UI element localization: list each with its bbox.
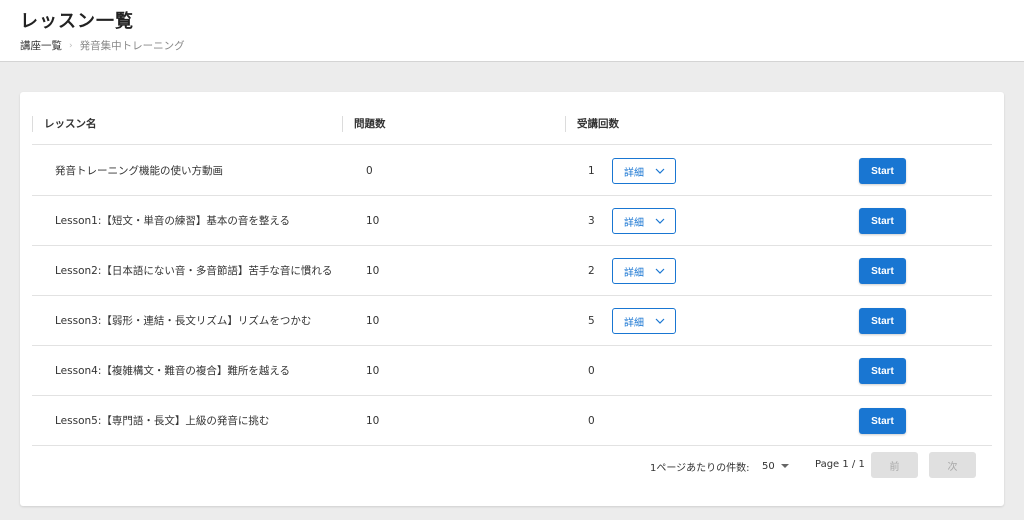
chevron-down-icon	[655, 218, 665, 224]
attendance-count: 5	[588, 315, 595, 327]
attendance-count: 3	[588, 215, 595, 227]
breadcrumb-separator: ›	[69, 40, 73, 51]
rows-per-page-select[interactable]: 50	[762, 457, 789, 475]
column-header-question-count: 問題数	[342, 116, 386, 132]
page-info: Page 1 / 1	[815, 459, 865, 470]
caret-down-icon	[780, 464, 789, 468]
rows-per-page-value: 50	[762, 460, 775, 472]
detail-dropdown-button[interactable]: 詳細	[612, 308, 676, 334]
question-count: 10	[366, 365, 380, 377]
start-lesson-button[interactable]: Start	[859, 408, 906, 434]
lesson-name: Lesson3:【弱形・連結・長文リズム】リズムをつかむ	[55, 315, 312, 327]
lesson-table-card: レッスン名 問題数 受講回数 発音トレーニング機能の使い方動画 0 1 詳細 Start…	[20, 92, 1004, 506]
rows-per-page-label: 1ページあたりの件数:	[650, 463, 750, 474]
table-row: Lesson4:【複雑構文・難音の複合】難所を越える 10 0 Start	[32, 346, 992, 396]
attendance-count: 0	[588, 365, 595, 377]
chevron-down-icon	[655, 268, 665, 274]
detail-button-label: 詳細	[624, 217, 644, 229]
table-row: Lesson2:【日本語にない音・多音節語】苦手な音に慣れる 10 2 詳細 Start	[32, 246, 992, 296]
lesson-name: Lesson1:【短文・単音の練習】基本の音を整える	[55, 215, 291, 227]
question-count: 0	[366, 165, 373, 177]
breadcrumb-current: 発音集中トレーニング	[79, 40, 185, 52]
table-row: 発音トレーニング機能の使い方動画 0 1 詳細 Start	[32, 146, 992, 196]
question-count: 10	[366, 265, 380, 277]
question-count: 10	[366, 215, 380, 227]
detail-button-label: 詳細	[624, 167, 644, 179]
attendance-count: 0	[588, 415, 595, 427]
prev-page-button[interactable]: 前	[871, 452, 918, 478]
detail-dropdown-button[interactable]: 詳細	[612, 158, 676, 184]
lesson-name: 発音トレーニング機能の使い方動画	[55, 165, 223, 177]
start-lesson-button[interactable]: Start	[859, 258, 906, 284]
chevron-down-icon	[655, 168, 665, 174]
start-lesson-button[interactable]: Start	[859, 158, 906, 184]
column-header-lesson-name: レッスン名	[32, 116, 97, 132]
start-lesson-button[interactable]: Start	[859, 308, 906, 334]
start-lesson-button[interactable]: Start	[859, 358, 906, 384]
detail-button-label: 詳細	[624, 267, 644, 279]
table-row: Lesson1:【短文・単音の練習】基本の音を整える 10 3 詳細 Start	[32, 196, 992, 246]
table-row: Lesson5:【専門語・長文】上級の発音に挑む 10 0 Start	[32, 396, 992, 446]
column-header-attendance-count: 受講回数	[565, 116, 619, 132]
question-count: 10	[366, 315, 380, 327]
start-lesson-button[interactable]: Start	[859, 208, 906, 234]
table-header: レッスン名 問題数 受講回数	[32, 108, 992, 145]
attendance-count: 1	[588, 165, 595, 177]
detail-button-label: 詳細	[624, 317, 644, 329]
chevron-down-icon	[655, 318, 665, 324]
lesson-name: Lesson5:【専門語・長文】上級の発音に挑む	[55, 415, 270, 427]
next-page-button[interactable]: 次	[929, 452, 976, 478]
table-footer: 1ページあたりの件数: 50 Page 1 / 1 前 次	[32, 446, 992, 486]
page-title: レッスン一覧	[20, 11, 134, 32]
lesson-name: Lesson2:【日本語にない音・多音節語】苦手な音に慣れる	[55, 265, 333, 277]
detail-dropdown-button[interactable]: 詳細	[612, 258, 676, 284]
attendance-count: 2	[588, 265, 595, 277]
page-header: レッスン一覧 講座一覧 › 発音集中トレーニング	[0, 0, 1024, 62]
breadcrumb-course-list-link[interactable]: 講座一覧	[20, 38, 62, 53]
lesson-name: Lesson4:【複雑構文・難音の複合】難所を越える	[55, 365, 291, 377]
detail-dropdown-button[interactable]: 詳細	[612, 208, 676, 234]
table-row: Lesson3:【弱形・連結・長文リズム】リズムをつかむ 10 5 詳細 Start	[32, 296, 992, 346]
question-count: 10	[366, 415, 380, 427]
breadcrumb: 講座一覧 › 発音集中トレーニング	[20, 38, 185, 53]
